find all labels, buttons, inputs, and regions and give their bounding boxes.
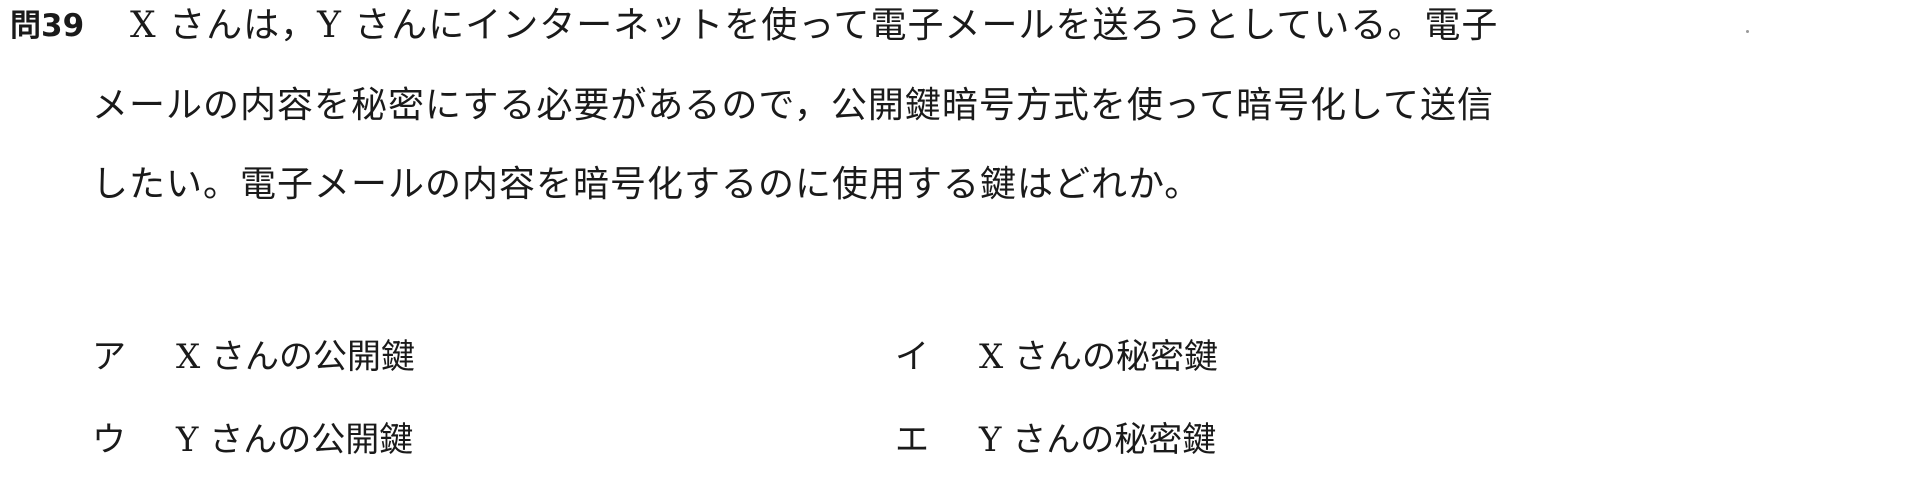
choice-a-label: ア xyxy=(92,337,126,377)
question-stem-line-2: メールの内容を秘密にする必要があるので，公開鍵暗号方式を使って暗号化して送信 xyxy=(92,85,1495,126)
choice-c-label: ウ xyxy=(92,420,126,460)
choice-c-text: Y さんの公開鍵 xyxy=(176,420,414,460)
choice-c: ウ Y さんの公開鍵 xyxy=(92,418,413,462)
scan-speck xyxy=(1746,30,1749,33)
question-stem-line-1: X さんは，Y さんにインターネットを使って電子メールを送ろうとしている。電子 xyxy=(130,5,1499,46)
choice-b-text: X さんの秘密鍵 xyxy=(979,337,1219,377)
choice-a-text: X さんの公開鍵 xyxy=(176,337,416,377)
choice-d-label: エ xyxy=(895,420,929,460)
choice-b: イ X さんの秘密鍵 xyxy=(895,335,1218,379)
question-stem-line-3: したい。電子メールの内容を暗号化するのに使用する鍵はどれか。 xyxy=(92,164,1202,205)
choice-a: ア X さんの公開鍵 xyxy=(92,335,415,379)
question-number: 問39 xyxy=(10,8,85,44)
exam-page: 問39 X さんは，Y さんにインターネットを使って電子メールを送ろうとしている… xyxy=(0,0,1914,483)
choice-d-text: Y さんの秘密鍵 xyxy=(979,420,1217,460)
choice-b-label: イ xyxy=(895,337,929,377)
choice-d: エ Y さんの秘密鍵 xyxy=(895,418,1216,462)
